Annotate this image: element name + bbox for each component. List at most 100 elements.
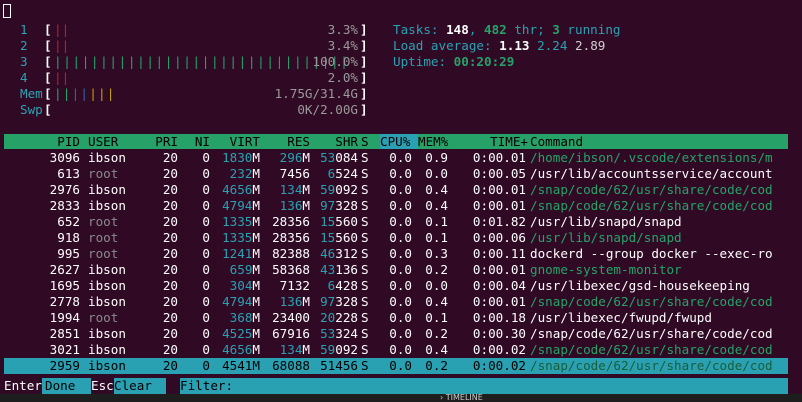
cpu-cell: 0.0 xyxy=(389,262,412,277)
time-cell: 0:00.30 xyxy=(472,326,526,341)
virt-unit: M xyxy=(252,214,260,229)
cpu-1-bracket-close: ] xyxy=(360,22,368,37)
shr-thousands: 15 xyxy=(320,214,336,229)
shr-thousands: 46 xyxy=(320,246,336,261)
shr-thousands: 43 xyxy=(320,262,336,277)
col-virt[interactable]: VIRT xyxy=(212,134,260,149)
res-cell: 7456 xyxy=(262,166,310,182)
virt-unit: M xyxy=(252,310,260,325)
col-pid[interactable]: PID xyxy=(4,134,80,149)
function-bar: Enter Done Esc Clear Filter: xyxy=(0,378,802,394)
mem-cell: 0.3 xyxy=(425,246,448,261)
res-cell: 296M xyxy=(262,150,310,166)
virt-cell: 304M xyxy=(212,278,260,294)
time-cell: 0:01.82 xyxy=(472,214,526,229)
user-cell: ibson xyxy=(88,182,126,197)
virt-unit: M xyxy=(252,198,260,213)
col-time[interactable]: TIME+ xyxy=(468,134,528,149)
shr-cell: 59092 xyxy=(312,182,358,198)
cpu-cell: 0.0 xyxy=(389,150,412,165)
table-row[interactable]: 2851 ibson 20 0 4525M 67916 53324 S 0.0 0.2 0:00.3… xyxy=(4,326,788,342)
shr-thousands: 51 xyxy=(320,358,336,373)
time-cell: 0:00.02 xyxy=(472,358,526,373)
table-row[interactable]: 1994 root 20 0 368M 23400 20228 S 0.0 0.1 0:00.18/… xyxy=(4,310,788,326)
time-cell: 0:00.01 xyxy=(472,150,526,165)
table-row[interactable]: 2976 ibson 20 0 4656M 134M 59092 S 0.0 0.4 0:00.01… xyxy=(4,182,788,198)
col-ni[interactable]: NI xyxy=(180,134,210,149)
user-cell: root xyxy=(88,246,119,261)
virt-number: 1335 xyxy=(222,214,253,229)
state-cell: S xyxy=(361,150,369,165)
col-res[interactable]: RES xyxy=(262,134,310,149)
user-cell: root xyxy=(88,230,119,245)
table-row[interactable]: 652 root 20 0 1335M 28356 15560 S 0.0 0.1 0:01.82/… xyxy=(4,214,788,230)
res-number: 28356 xyxy=(272,230,310,245)
ni-cell: 0 xyxy=(202,294,210,309)
table-row[interactable]: 613 root 20 0 232M 7456 6524 S 0.0 0.0 0:00.05/usr… xyxy=(4,166,788,182)
shr-thousands: 59 xyxy=(320,182,336,197)
cpu-cell: 0.0 xyxy=(389,246,412,261)
shr-cell: 15560 xyxy=(312,230,358,246)
table-row[interactable]: 3096 ibson 20 0 1830M 296M 53084 S 0.0 0.9 0:00.01… xyxy=(4,150,788,166)
enter-key[interactable]: Enter xyxy=(4,378,42,394)
virt-cell: 659M xyxy=(212,262,260,278)
shr-cell: 46312 xyxy=(312,246,358,262)
table-row[interactable]: 918 root 20 0 1335M 28356 15560 S 0.0 0.1 0:00.06/… xyxy=(4,230,788,246)
load-5min: 2.24 xyxy=(537,38,568,53)
filter-label[interactable]: Filter: xyxy=(180,378,234,394)
shr-rest: 328 xyxy=(335,198,358,213)
time-cell: 0:00.18 xyxy=(472,310,526,325)
virt-number: 4656 xyxy=(222,342,253,357)
table-row[interactable]: 3021 ibson 20 0 4656M 134M 59092 S 0.0 0.4 0:00.02… xyxy=(4,342,788,358)
done-label[interactable]: Done xyxy=(45,378,91,394)
user-cell: ibson xyxy=(88,294,126,309)
ni-cell: 0 xyxy=(202,262,210,277)
col-user[interactable]: USER xyxy=(88,134,118,149)
pri-cell: 20 xyxy=(162,358,178,373)
virt-unit: M xyxy=(252,294,260,309)
pid-cell: 652 xyxy=(57,214,80,229)
timeline-tab[interactable]: › TIMELINE xyxy=(440,393,483,402)
shr-thousands: 97 xyxy=(320,294,336,309)
command-cell: /usr/libexec/fwupd/fwupd xyxy=(530,310,712,325)
table-row[interactable]: 2627 ibson 20 0 659M 58368 43136 S 0.0 0.2 0:00.01… xyxy=(4,262,788,278)
cpu-3-bracket-close: ] xyxy=(360,54,368,69)
col-state[interactable]: S xyxy=(361,134,369,149)
col-shr[interactable]: SHR xyxy=(312,134,358,149)
res-number: 7132 xyxy=(279,278,310,293)
res-number: 296 xyxy=(279,150,303,165)
clear-label[interactable]: Clear xyxy=(114,378,166,394)
taskbar-strip xyxy=(0,394,802,402)
shr-rest: 228 xyxy=(335,310,358,325)
pid-cell: 2627 xyxy=(49,262,80,277)
table-row[interactable]: 1695 ibson 20 0 304M 7132 6428 S 0.0 0.0 0:00.04/u… xyxy=(4,278,788,294)
mem-value: 1.75G/31.4G xyxy=(274,86,358,101)
virt-unit: M xyxy=(252,358,260,373)
shr-thousands: 97 xyxy=(320,198,336,213)
thr-label: thr; xyxy=(506,22,553,37)
table-row[interactable]: 2778 ibson 20 0 4794M 136M 97328 S 0.0 0.4 0:00.01… xyxy=(4,294,788,310)
col-mem[interactable]: MEM% xyxy=(418,134,454,149)
mem-cell: 0.1 xyxy=(425,214,448,229)
user-cell: root xyxy=(88,166,119,181)
thr-sep: , xyxy=(468,22,484,37)
col-cpu-sorted[interactable]: CPU% xyxy=(380,134,418,149)
res-number: 67916 xyxy=(272,326,310,341)
mem-cell: 0.4 xyxy=(425,294,448,309)
col-pri[interactable]: PRI xyxy=(140,134,178,149)
col-command[interactable]: Command xyxy=(530,134,788,149)
esc-key[interactable]: Esc xyxy=(91,378,114,394)
res-number: 134 xyxy=(279,342,303,357)
command-cell: /usr/lib/snapd/snapd xyxy=(530,230,682,245)
table-row[interactable]: 995 root 20 0 1241M 82388 46312 S 0.0 0.3 0:00.11 d… xyxy=(4,246,788,262)
table-row[interactable]: 2833 ibson 20 0 4794M 136M 97328 S 0.0 0.4 0:00.01… xyxy=(4,198,788,214)
mem-cell: 0.0 xyxy=(425,278,448,293)
pid-cell: 1695 xyxy=(49,278,80,293)
virt-cell: 4794M xyxy=(212,294,260,310)
filter-box xyxy=(166,378,180,394)
user-cell: root xyxy=(88,214,119,229)
state-cell: S xyxy=(361,246,369,261)
time-cell: 0:00.01 xyxy=(472,294,526,309)
table-row-selected[interactable]: 2959 ibson 20 0 4541M 68088 51456 S 0.0 0.2 0:00.0… xyxy=(4,358,788,374)
uptime-label: Uptime: xyxy=(393,54,454,69)
